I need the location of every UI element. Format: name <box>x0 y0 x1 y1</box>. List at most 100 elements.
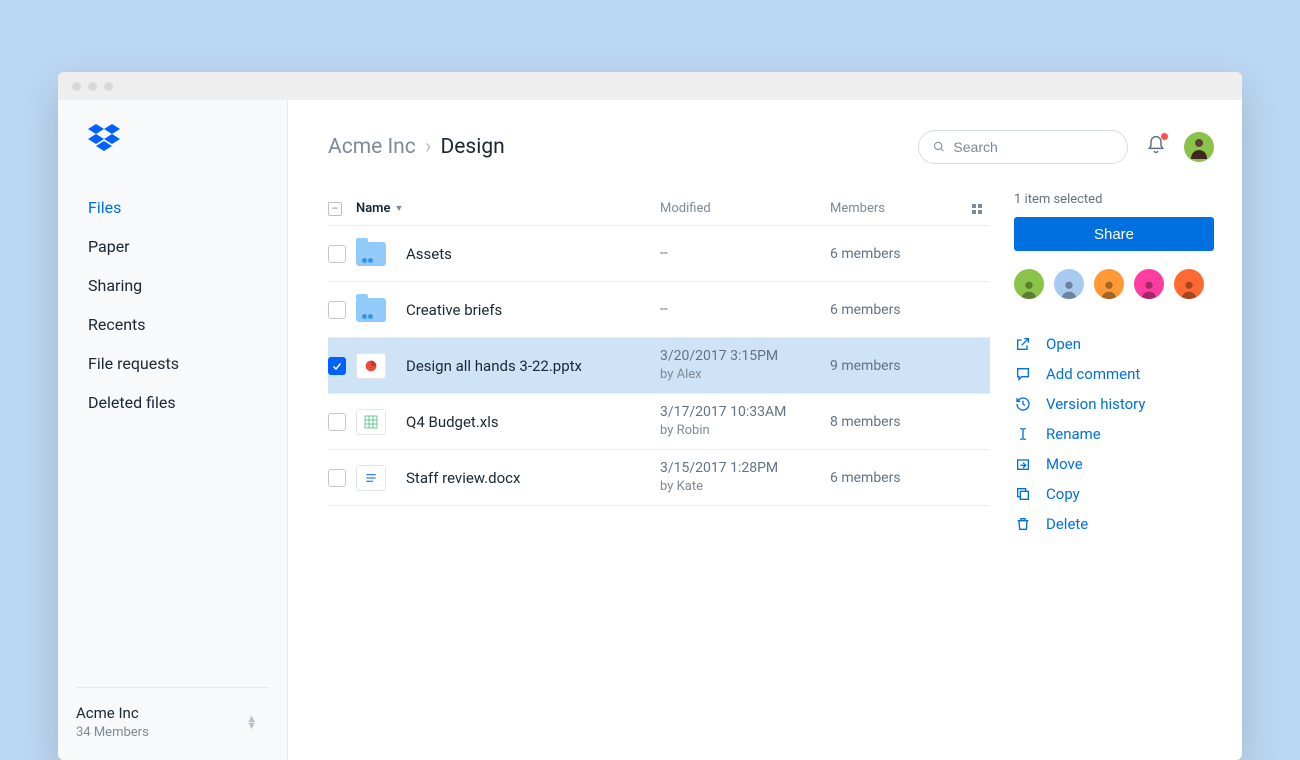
file-modified: 3/20/2017 3:15PMby Alex <box>660 347 830 383</box>
file-name: Staff review.docx <box>406 469 660 487</box>
file-modified: 3/17/2017 10:33AMby Robin <box>660 403 830 439</box>
details-rail: 1 item selected Share Open Add comment Ver… <box>1014 192 1214 533</box>
person-icon <box>1178 277 1200 299</box>
table-header: – Name ▼ Modified Members <box>328 192 990 226</box>
dropbox-icon <box>88 124 120 152</box>
action-open[interactable]: Open <box>1014 335 1214 353</box>
column-header-modified[interactable]: Modified <box>660 201 830 216</box>
action-copy[interactable]: Copy <box>1014 485 1214 503</box>
copy-icon <box>1014 486 1032 502</box>
powerpoint-icon <box>356 353 386 379</box>
column-header-members[interactable]: Members <box>830 201 885 216</box>
team-name: Acme Inc <box>76 704 149 722</box>
action-comment[interactable]: Add comment <box>1014 365 1214 383</box>
action-label: Open <box>1046 335 1081 353</box>
window-dot-zoom[interactable] <box>104 82 113 91</box>
main-content: Acme Inc › Design <box>288 100 1242 760</box>
member-avatar[interactable] <box>1094 269 1124 299</box>
action-rename[interactable]: Rename <box>1014 425 1214 443</box>
sidebar-item-files[interactable]: Files <box>58 188 287 227</box>
breadcrumb: Acme Inc › Design <box>328 135 505 159</box>
search-box[interactable] <box>918 130 1128 164</box>
action-history[interactable]: Version history <box>1014 395 1214 413</box>
row-checkbox[interactable] <box>328 301 346 319</box>
file-name: Assets <box>406 245 660 263</box>
file-actions: Open Add comment Version history Rename Move… <box>1014 335 1214 533</box>
user-avatar[interactable] <box>1184 132 1214 162</box>
member-avatar[interactable] <box>1054 269 1084 299</box>
action-label: Rename <box>1046 425 1101 443</box>
person-icon <box>1098 277 1120 299</box>
person-icon <box>1058 277 1080 299</box>
file-table: – Name ▼ Modified Members <box>328 192 990 533</box>
file-modified: -- <box>660 300 830 319</box>
notification-dot <box>1161 133 1168 140</box>
sidebar-item-deleted-files[interactable]: Deleted files <box>58 383 287 422</box>
action-label: Version history <box>1046 395 1146 413</box>
sidebar: Files Paper Sharing Recents File request… <box>58 100 288 760</box>
window-titlebar <box>58 72 1242 100</box>
search-icon <box>933 140 945 154</box>
sort-caret-down-icon: ▼ <box>394 203 403 214</box>
file-members: 9 members <box>830 358 990 374</box>
person-icon <box>1187 135 1211 159</box>
column-header-name[interactable]: Name ▼ <box>356 201 660 216</box>
sidebar-item-recents[interactable]: Recents <box>58 305 287 344</box>
share-button[interactable]: Share <box>1014 217 1214 251</box>
action-label: Move <box>1046 455 1083 473</box>
row-checkbox[interactable] <box>328 357 346 375</box>
sidebar-item-paper[interactable]: Paper <box>58 227 287 266</box>
file-modified: 3/15/2017 1:28PMby Kate <box>660 459 830 495</box>
window-dot-close[interactable] <box>72 82 81 91</box>
selection-count: 1 item selected <box>1014 192 1214 207</box>
comment-icon <box>1014 366 1032 382</box>
action-move[interactable]: Move <box>1014 455 1214 473</box>
breadcrumb-current: Design <box>441 135 505 159</box>
word-icon <box>356 465 386 491</box>
sidebar-nav: Files Paper Sharing Recents File request… <box>58 188 287 422</box>
file-name: Creative briefs <box>406 301 660 319</box>
notifications-button[interactable] <box>1146 135 1166 159</box>
open-icon <box>1014 336 1032 352</box>
member-avatar[interactable] <box>1014 269 1044 299</box>
folder-icon <box>356 242 386 266</box>
table-row[interactable]: Assets--6 members <box>328 226 990 282</box>
row-checkbox[interactable] <box>328 413 346 431</box>
person-icon <box>1138 277 1160 299</box>
select-all-checkbox[interactable]: – <box>328 202 342 216</box>
chevron-updown-icon: ▲▼ <box>246 715 257 729</box>
grid-icon <box>972 204 982 214</box>
file-members: 6 members <box>830 246 990 262</box>
window-dot-minimize[interactable] <box>88 82 97 91</box>
view-toggle-button[interactable] <box>972 204 990 214</box>
action-delete[interactable]: Delete <box>1014 515 1214 533</box>
sidebar-item-sharing[interactable]: Sharing <box>58 266 287 305</box>
team-member-count: 34 Members <box>76 725 149 740</box>
breadcrumb-separator: › <box>425 135 431 159</box>
table-row[interactable]: Creative briefs--6 members <box>328 282 990 338</box>
row-checkbox[interactable] <box>328 245 346 263</box>
table-row[interactable]: Staff review.docx3/15/2017 1:28PMby Kate… <box>328 450 990 506</box>
sidebar-item-file-requests[interactable]: File requests <box>58 344 287 383</box>
action-label: Copy <box>1046 485 1080 503</box>
table-row[interactable]: Q4 Budget.xls3/17/2017 10:33AMby Robin8 … <box>328 394 990 450</box>
action-label: Delete <box>1046 515 1088 533</box>
move-icon <box>1014 456 1032 472</box>
member-avatar[interactable] <box>1134 269 1164 299</box>
search-input[interactable] <box>953 139 1113 155</box>
member-avatar[interactable] <box>1174 269 1204 299</box>
history-icon <box>1014 396 1032 412</box>
file-members: 6 members <box>830 470 990 486</box>
app-window: Files Paper Sharing Recents File request… <box>58 72 1242 760</box>
folder-icon <box>356 298 386 322</box>
breadcrumb-parent[interactable]: Acme Inc <box>328 135 416 159</box>
file-members: 8 members <box>830 414 990 430</box>
table-row[interactable]: Design all hands 3-22.pptx3/20/2017 3:15… <box>328 338 990 394</box>
delete-icon <box>1014 516 1032 532</box>
app-logo[interactable] <box>58 124 287 188</box>
file-modified: -- <box>660 244 830 263</box>
row-checkbox[interactable] <box>328 469 346 487</box>
team-switcher[interactable]: Acme Inc 34 Members ▲▼ <box>76 687 269 740</box>
member-avatars <box>1014 269 1214 299</box>
rename-icon <box>1014 426 1032 442</box>
